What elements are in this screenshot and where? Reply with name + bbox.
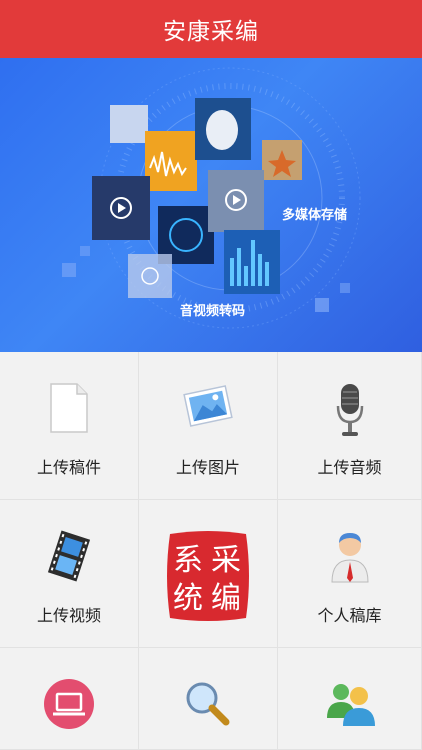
upload-audio-label: 上传音频 [317,458,382,477]
contacts-button[interactable] [278,648,422,750]
image-icon [183,385,233,427]
laptop-icon [44,679,94,729]
microphone-icon [336,384,363,436]
personal-library-button[interactable]: 个人稿库 [278,500,422,648]
computer-button[interactable] [0,648,139,750]
film-icon [47,530,91,582]
upload-image-button[interactable]: 上传图片 [139,352,278,500]
upload-manuscript-label: 上传稿件 [36,458,101,477]
function-grid: 上传稿件 上传图片 上传音频 上传视频 系 采 统 编 个人稿库 [0,352,422,750]
caibian-seal-logo: 系 采 统 编 [167,531,249,621]
banner-label-transcode: 音视频转码 [180,304,246,319]
user-icon [330,533,369,583]
banner-label-storage: 多媒体存储 [282,208,348,223]
caibian-seal-cell: 系 采 统 编 [139,500,278,648]
document-icon [50,383,88,433]
svg-text:统: 统 [173,581,203,616]
app-title: 安康采编 [163,19,259,45]
search-icon [186,682,230,726]
upload-video-label: 上传视频 [36,606,101,625]
upload-manuscript-button[interactable]: 上传稿件 [0,352,139,500]
promo-banner[interactable]: 多媒体存储 音视频转码 [0,58,422,352]
personal-library-label: 个人稿库 [317,606,382,625]
svg-text:编: 编 [211,581,241,616]
users-icon [326,684,375,726]
upload-image-label: 上传图片 [175,458,240,477]
svg-text:采: 采 [211,543,241,578]
svg-text:系: 系 [173,543,203,578]
upload-audio-button[interactable]: 上传音频 [278,352,422,500]
search-button[interactable] [139,648,278,750]
upload-video-button[interactable]: 上传视频 [0,500,139,648]
app-header: 安康采编 [0,0,422,58]
